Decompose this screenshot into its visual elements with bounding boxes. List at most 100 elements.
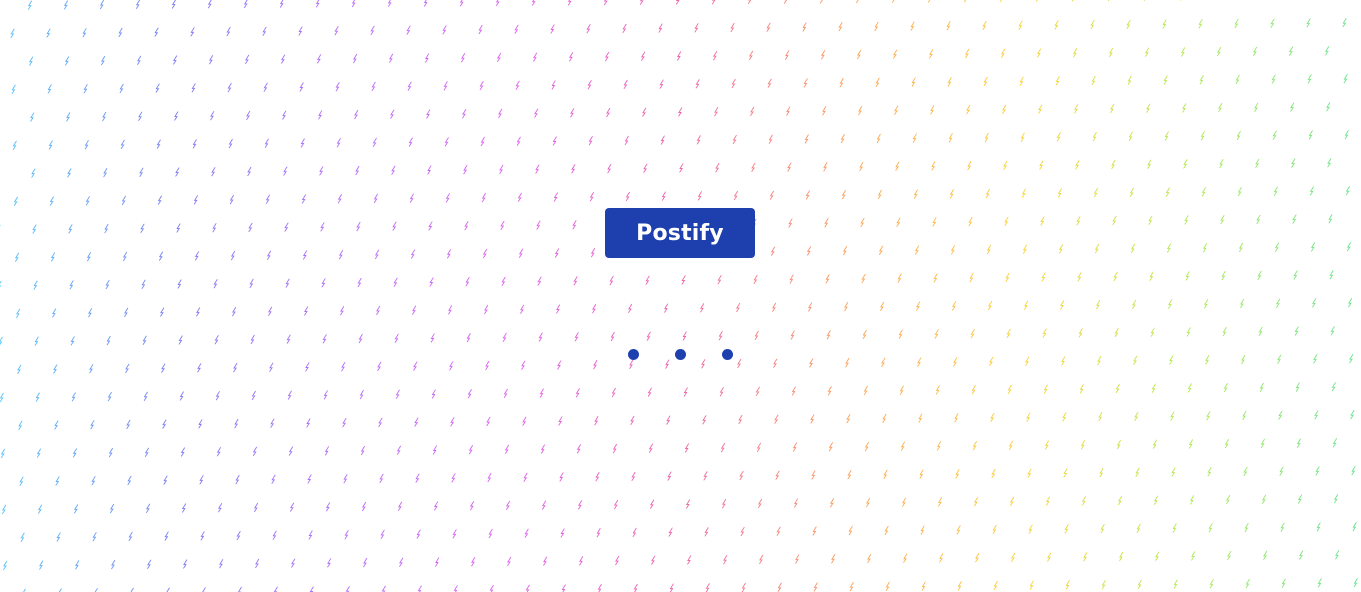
lightning-bolt-icon bbox=[1343, 74, 1348, 84]
lightning-bolt-icon bbox=[1217, 47, 1222, 57]
lightning-bolt-icon bbox=[432, 445, 437, 455]
lightning-bolt-icon bbox=[806, 246, 812, 256]
lightning-bolt-icon bbox=[486, 416, 491, 427]
lightning-bolt-icon bbox=[126, 419, 131, 430]
lightning-bolt-icon bbox=[738, 414, 743, 425]
lightning-bolt-icon bbox=[1155, 551, 1160, 561]
lightning-bolt-icon bbox=[1270, 18, 1275, 28]
lightning-bolt-icon bbox=[399, 557, 404, 567]
lightning-bolt-icon bbox=[933, 273, 938, 283]
lightning-bolt-icon bbox=[500, 220, 505, 231]
lightning-bolt-icon bbox=[919, 469, 924, 479]
lightning-bolt-icon bbox=[845, 358, 850, 368]
lightning-bolt-icon bbox=[70, 336, 75, 346]
lightning-bolt-icon bbox=[127, 475, 132, 486]
lightning-bolt-icon bbox=[1076, 216, 1081, 226]
lightning-bolt-icon bbox=[281, 54, 286, 64]
lightning-bolt-icon bbox=[1009, 496, 1015, 506]
lightning-bolt-icon bbox=[252, 446, 257, 457]
lightning-bolt-icon bbox=[1047, 552, 1052, 562]
lightning-bolt-icon bbox=[216, 447, 221, 457]
lightning-bolt-icon bbox=[451, 473, 456, 483]
lightning-bolt-icon bbox=[1165, 187, 1170, 197]
app-logo: Postify bbox=[605, 208, 755, 258]
lightning-bolt-icon bbox=[1077, 272, 1082, 282]
lightning-bolt-icon bbox=[534, 108, 539, 118]
lightning-bolt-icon bbox=[35, 392, 40, 402]
lightning-bolt-icon bbox=[1276, 298, 1281, 308]
lightning-bolt-icon bbox=[840, 134, 845, 144]
lightning-bolt-icon bbox=[243, 0, 248, 9]
lightning-bolt-icon bbox=[805, 190, 810, 200]
lightning-bolt-icon bbox=[876, 133, 881, 143]
lightning-bolt-icon bbox=[283, 166, 288, 176]
lightning-bolt-icon bbox=[541, 500, 547, 510]
lightning-bolt-icon bbox=[536, 220, 541, 230]
lightning-bolt-icon bbox=[73, 504, 79, 514]
lightning-bolt-icon bbox=[30, 112, 35, 122]
lightning-bolt-icon bbox=[88, 308, 93, 318]
lightning-bolt-icon bbox=[803, 78, 808, 88]
lightning-bolt-icon bbox=[571, 164, 576, 174]
lightning-bolt-icon bbox=[197, 363, 202, 373]
lightning-bolt-icon bbox=[128, 531, 133, 542]
lightning-bolt-icon bbox=[516, 136, 521, 146]
lightning-bolt-icon bbox=[855, 0, 859, 4]
lightning-bolt-icon bbox=[158, 251, 164, 261]
lightning-bolt-icon bbox=[1098, 412, 1103, 422]
lightning-bolt-icon bbox=[659, 79, 664, 89]
loading-dot bbox=[628, 349, 639, 360]
lightning-bolt-icon bbox=[1153, 495, 1159, 505]
lightning-bolt-icon bbox=[395, 389, 400, 399]
lightning-bolt-icon bbox=[47, 84, 52, 94]
lightning-bolt-icon bbox=[334, 26, 339, 36]
lightning-bolt-icon bbox=[667, 471, 672, 481]
lightning-bolt-icon bbox=[1132, 299, 1137, 309]
lightning-bolt-icon bbox=[1271, 74, 1276, 84]
lightning-bolt-icon bbox=[154, 27, 159, 37]
lightning-bolt-icon bbox=[324, 446, 329, 456]
lightning-bolt-icon bbox=[1259, 382, 1264, 392]
lightning-bolt-icon bbox=[226, 26, 231, 37]
lightning-bolt-icon bbox=[323, 390, 328, 400]
lightning-bolt-icon bbox=[988, 300, 993, 311]
lightning-bolt-icon bbox=[993, 580, 998, 591]
lightning-bolt-icon bbox=[1225, 495, 1231, 505]
lightning-bolt-icon bbox=[488, 528, 493, 539]
lightning-bolt-icon bbox=[1315, 466, 1320, 476]
lightning-bolt-icon bbox=[83, 84, 88, 94]
lightning-bolt-icon bbox=[302, 250, 308, 260]
lightning-bolt-icon bbox=[1280, 522, 1285, 532]
lightning-bolt-icon bbox=[1245, 578, 1250, 589]
lightning-bolt-icon bbox=[1185, 271, 1190, 281]
background-pattern bbox=[0, 0, 1358, 592]
lightning-bolt-icon bbox=[338, 250, 344, 260]
lightning-bolt-icon bbox=[622, 23, 627, 34]
lightning-bolt-icon bbox=[1099, 468, 1104, 478]
lightning-bolt-icon bbox=[751, 162, 756, 173]
lightning-bolt-icon bbox=[466, 333, 471, 343]
lightning-bolt-icon bbox=[795, 554, 800, 564]
lightning-bolt-icon bbox=[1278, 410, 1283, 420]
lightning-bolt-icon bbox=[603, 0, 608, 6]
lightning-bolt-icon bbox=[793, 498, 799, 508]
lightning-bolt-icon bbox=[570, 108, 575, 118]
lightning-bolt-icon bbox=[1078, 328, 1083, 338]
lightning-bolt-icon bbox=[1152, 439, 1157, 449]
lightning-bolt-icon bbox=[1061, 356, 1066, 366]
lightning-bolt-icon bbox=[504, 444, 509, 455]
lightning-bolt-icon bbox=[464, 221, 469, 231]
lightning-bolt-icon bbox=[325, 502, 331, 512]
lightning-bolt-icon bbox=[414, 417, 419, 427]
lightning-bolt-icon bbox=[1263, 550, 1268, 560]
lightning-bolt-icon bbox=[1004, 216, 1009, 226]
lightning-bolt-icon bbox=[1162, 19, 1167, 29]
lightning-bolt-icon bbox=[789, 274, 794, 284]
lightning-bolt-icon bbox=[288, 446, 293, 456]
lightning-bolt-icon bbox=[1187, 383, 1192, 393]
lightning-bolt-icon bbox=[755, 386, 760, 397]
lightning-bolt-icon bbox=[894, 105, 899, 115]
lightning-bolt-icon bbox=[1083, 552, 1088, 562]
lightning-bolt-icon bbox=[1075, 160, 1080, 170]
lightning-bolt-icon bbox=[1056, 132, 1061, 142]
